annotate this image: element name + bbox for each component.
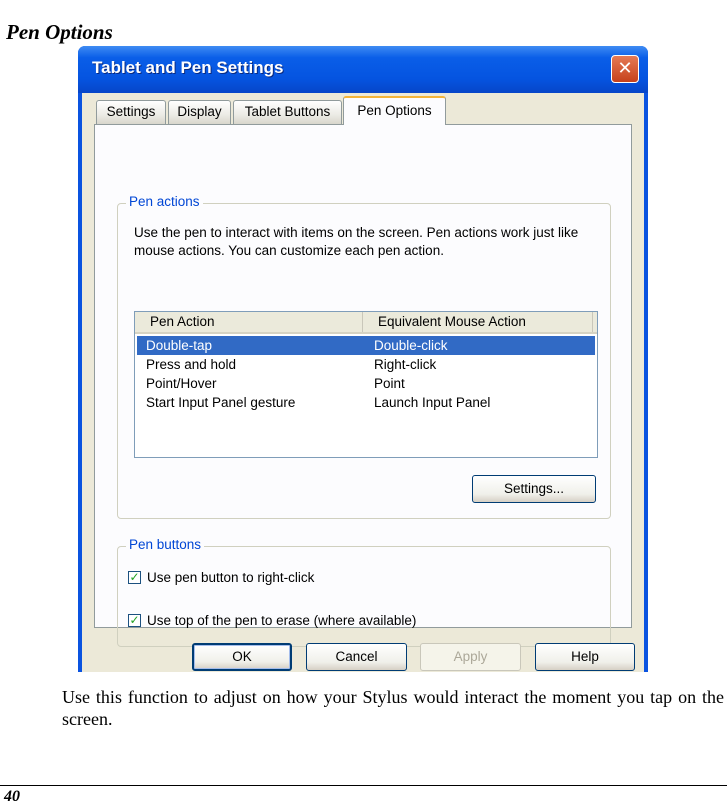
apply-button[interactable]: Apply — [420, 643, 521, 671]
pen-buttons-legend: Pen buttons — [126, 537, 205, 552]
column-header-pen-action[interactable]: Pen Action — [135, 312, 363, 332]
section-title: Pen Options — [6, 20, 113, 44]
pen-action-cell: Double-tap — [146, 338, 213, 353]
pen-action-cell: Start Input Panel gesture — [146, 395, 296, 410]
list-row-double-tap[interactable]: Double-tap Double-click — [137, 336, 595, 355]
pen-actions-description: Use the pen to interact with items on th… — [134, 225, 579, 258]
mouse-action-cell: Right-click — [374, 357, 437, 372]
list-row-point-hover[interactable]: Point/Hover Point — [137, 374, 595, 393]
erase-label[interactable]: Use top of the pen to erase (where avail… — [147, 612, 416, 630]
pen-action-list[interactable]: Pen Action Equivalent Mouse Action Doubl… — [134, 311, 598, 458]
body-paragraph: Use this function to adjust on how your … — [62, 687, 724, 729]
dialog-title: Tablet and Pen Settings — [92, 58, 284, 77]
help-button[interactable]: Help — [535, 643, 635, 671]
pen-action-cell: Point/Hover — [146, 376, 217, 391]
cancel-button[interactable]: Cancel — [306, 643, 407, 671]
title-bar[interactable]: Tablet and Pen Settings ✕ — [78, 46, 648, 93]
list-row-input-panel-gesture[interactable]: Start Input Panel gesture Launch Input P… — [137, 393, 595, 412]
tab-tablet-buttons[interactable]: Tablet Buttons — [233, 100, 342, 124]
pen-action-settings-button[interactable]: Settings... — [472, 475, 596, 503]
footer-divider — [0, 785, 727, 786]
tablet-pen-settings-dialog: Tablet and Pen Settings ✕ Settings Displ… — [78, 46, 648, 672]
page-number: 40 — [4, 788, 20, 805]
right-click-label[interactable]: Use pen button to right-click — [147, 569, 314, 587]
erase-checkbox[interactable]: ✓ — [128, 614, 141, 627]
mouse-action-cell: Launch Input Panel — [374, 395, 491, 410]
ok-button[interactable]: OK — [192, 643, 292, 671]
pen-actions-legend: Pen actions — [126, 194, 203, 209]
column-header-mouse-action[interactable]: Equivalent Mouse Action — [363, 312, 593, 332]
pen-buttons-group: Pen buttons ✓ Use pen button to right-cl… — [117, 537, 611, 647]
close-button[interactable]: ✕ — [611, 55, 639, 83]
dialog-client-area: Settings Display Tablet Buttons Pen Opti… — [82, 93, 644, 672]
close-icon: ✕ — [617, 58, 633, 79]
pen-action-cell: Press and hold — [146, 357, 237, 372]
pen-options-panel: Pen actions Use the pen to interact with… — [94, 124, 632, 647]
right-click-checkbox[interactable]: ✓ — [128, 571, 141, 584]
tab-pen-options[interactable]: Pen Options — [343, 96, 446, 125]
list-row-press-and-hold[interactable]: Press and hold Right-click — [137, 355, 595, 374]
list-header: Pen Action Equivalent Mouse Action — [135, 312, 597, 334]
mouse-action-cell: Point — [374, 376, 405, 391]
tab-settings[interactable]: Settings — [96, 100, 166, 124]
pen-actions-group: Pen actions Use the pen to interact with… — [117, 194, 611, 519]
tab-display[interactable]: Display — [168, 100, 231, 124]
mouse-action-cell: Double-click — [374, 338, 448, 353]
